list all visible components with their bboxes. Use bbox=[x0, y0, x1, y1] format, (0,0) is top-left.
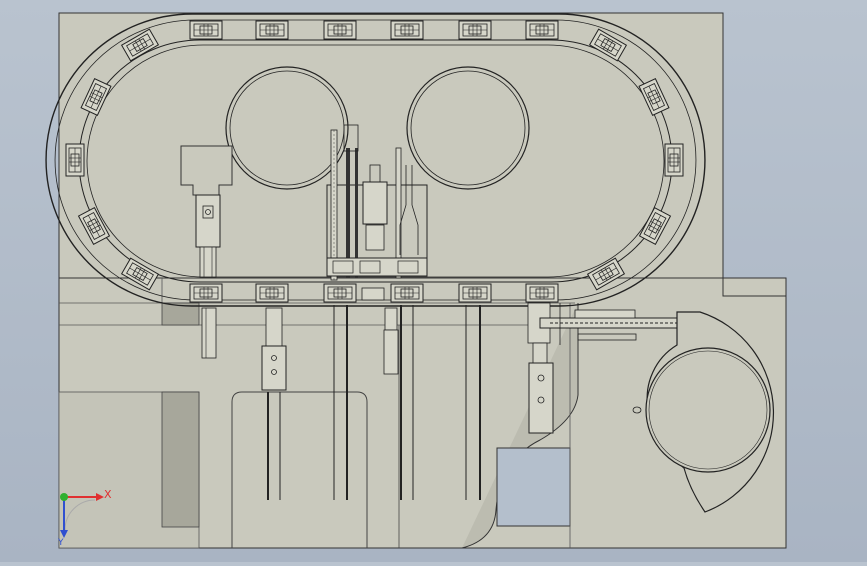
cad-viewport[interactable]: X Y bbox=[0, 0, 867, 562]
station-cylinder-3 bbox=[383, 307, 399, 375]
axis-y-label: Y bbox=[57, 538, 64, 548]
axis-x-label: X bbox=[104, 488, 112, 501]
station-cylinder-2 bbox=[261, 307, 287, 391]
axis-y-marker bbox=[60, 493, 68, 501]
machine-drawing: X Y bbox=[45, 12, 787, 549]
